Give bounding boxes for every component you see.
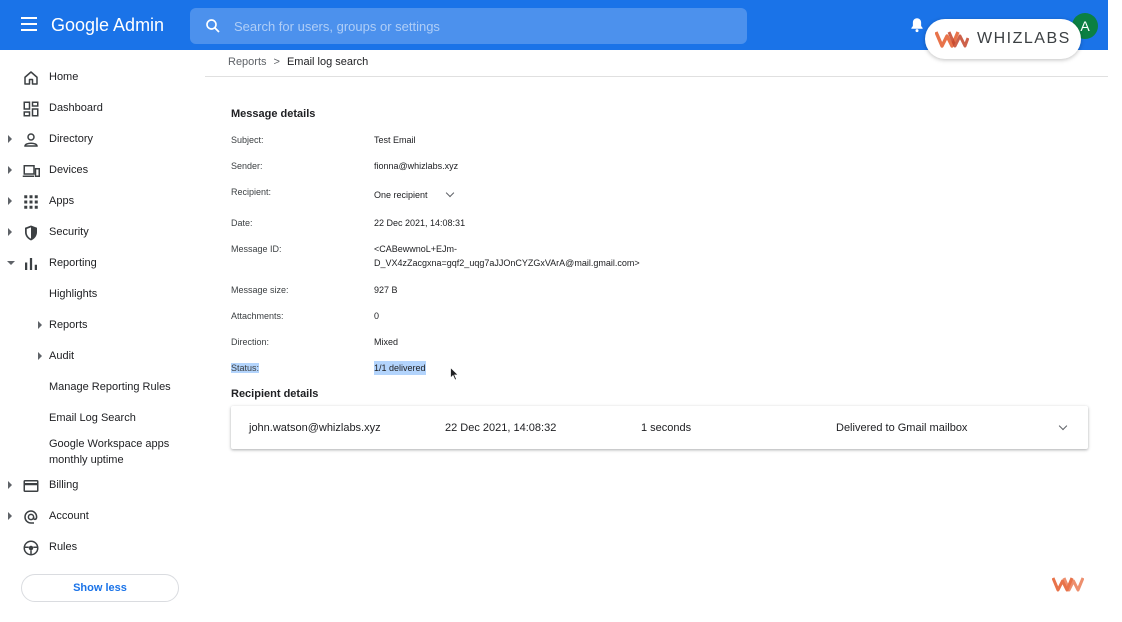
sidebar-item-rules[interactable]: Rules — [0, 535, 205, 563]
sidebar: Home Dashboard Directory Devices Apps Se… — [0, 50, 205, 622]
subject-value: Test Email — [374, 135, 416, 145]
sidebar-item-label: Billing — [49, 479, 79, 491]
breadcrumb: Reports > Email log search — [228, 56, 368, 68]
message-id-line-1: <CABewwnoL+EJm- — [374, 244, 458, 254]
sidebar-item-label: Manage Reporting Rules — [49, 381, 171, 393]
subject-label: Subject: — [231, 135, 264, 145]
sidebar-item-label: Security — [49, 226, 89, 238]
notifications-bell-icon[interactable] — [908, 15, 926, 35]
whizlabs-brand-text: WHIZLABS — [977, 30, 1071, 47]
sidebar-item-label: Home — [49, 71, 79, 83]
expand-caret-icon — [8, 481, 12, 489]
sidebar-item-label: Directory — [49, 133, 94, 145]
sidebar-subitem-workspace-uptime[interactable]: Google Workspace apps monthly uptime — [0, 436, 205, 470]
sidebar-item-label: Email Log Search — [49, 412, 136, 424]
expand-caret-icon — [8, 197, 12, 205]
date-value: 22 Dec 2021, 14:08:31 — [374, 218, 466, 228]
sidebar-item-label: Highlights — [49, 288, 98, 300]
expand-chevron-icon[interactable] — [1058, 421, 1068, 431]
sidebar-item-label: Rules — [49, 541, 78, 553]
search-input[interactable] — [234, 16, 714, 36]
recipient-duration: 1 seconds — [641, 422, 692, 434]
expand-caret-icon — [8, 228, 12, 236]
collapse-caret-icon — [7, 261, 15, 265]
sidebar-item-label: Audit — [49, 350, 75, 362]
search-bar[interactable] — [190, 8, 747, 44]
mouse-pointer-icon — [450, 367, 460, 381]
message-details-title: Message details — [231, 108, 316, 120]
sender-label: Sender: — [231, 161, 263, 171]
rules-icon — [23, 540, 39, 556]
direction-label: Direction: — [231, 337, 270, 347]
direction-value: Mixed — [374, 337, 399, 347]
sidebar-item-apps[interactable]: Apps — [0, 189, 205, 217]
expand-caret-icon — [38, 321, 42, 329]
recipient-timestamp: 22 Dec 2021, 14:08:32 — [445, 422, 557, 434]
sidebar-item-dashboard[interactable]: Dashboard — [0, 96, 205, 124]
expand-caret-icon — [8, 512, 12, 520]
apps-grid-icon — [24, 195, 38, 209]
recipient-delivery-status: Delivered to Gmail mailbox — [836, 422, 968, 434]
sidebar-item-security[interactable]: Security — [0, 220, 205, 248]
message-id-line-2: D_VX4zZacgxna=gqf2_uqg7aJJOnCYZGxVArA@ma… — [374, 258, 640, 268]
sidebar-item-label: Dashboard — [49, 102, 103, 114]
message-size-value: 927 B — [374, 285, 398, 295]
sidebar-item-label: Google Workspace apps monthly uptime — [49, 438, 170, 466]
shield-icon — [25, 225, 37, 241]
whizlabs-corner-logo-icon — [1052, 577, 1084, 592]
show-less-button[interactable]: Show less — [21, 574, 179, 602]
app-title[interactable]: Google Admin — [51, 15, 164, 36]
search-icon — [206, 19, 220, 33]
recipient-details-title: Recipient details — [231, 388, 319, 400]
devices-icon — [22, 165, 40, 177]
sidebar-subitem-email-log-search[interactable]: Email Log Search — [0, 406, 205, 434]
sidebar-subitem-manage-reporting-rules[interactable]: Manage Reporting Rules — [0, 375, 205, 403]
whizlabs-logo-icon — [935, 31, 969, 48]
chevron-down-icon[interactable] — [445, 188, 455, 198]
sender-value: fionna@whizlabs.xyz — [374, 161, 459, 171]
sidebar-item-devices[interactable]: Devices — [0, 158, 205, 186]
credit-card-icon — [23, 480, 39, 492]
whizlabs-watermark-badge: WHIZLABS — [925, 19, 1081, 59]
expand-caret-icon — [8, 135, 12, 143]
sidebar-subitem-highlights[interactable]: Highlights — [0, 282, 205, 310]
status-label: Status: — [231, 363, 260, 373]
recipient-row-card[interactable]: john.watson@whizlabs.xyz 22 Dec 2021, 14… — [231, 406, 1088, 449]
bar-chart-icon — [25, 258, 37, 270]
sidebar-subitem-audit[interactable]: Audit — [0, 344, 205, 372]
sidebar-item-label: Devices — [49, 164, 89, 176]
sidebar-item-account[interactable]: Account — [0, 504, 205, 532]
sidebar-item-label: Reports — [49, 319, 88, 331]
sidebar-item-label: Account — [49, 510, 89, 522]
recipient-email: john.watson@whizlabs.xyz — [249, 422, 381, 434]
person-icon — [24, 133, 38, 147]
sidebar-item-reporting[interactable]: Reporting — [0, 251, 205, 279]
breadcrumb-separator: > — [273, 56, 280, 68]
sidebar-item-directory[interactable]: Directory — [0, 127, 205, 155]
dashboard-icon — [23, 101, 39, 117]
message-id-label: Message ID: — [231, 244, 282, 254]
status-value: 1/1 delivered — [374, 361, 426, 375]
expand-caret-icon — [38, 352, 42, 360]
header-divider — [205, 76, 1108, 77]
breadcrumb-current: Email log search — [286, 56, 369, 68]
at-sign-icon — [24, 510, 38, 524]
recipient-dropdown[interactable]: One recipient — [374, 188, 428, 202]
sidebar-subitem-reports[interactable]: Reports — [0, 313, 205, 341]
attachments-value: 0 — [374, 311, 380, 321]
sidebar-item-label: Reporting — [49, 257, 97, 269]
expand-caret-icon — [8, 166, 12, 174]
sidebar-item-home[interactable]: Home — [0, 65, 205, 93]
home-icon — [24, 71, 38, 85]
date-label: Date: — [231, 218, 253, 228]
main-menu-icon[interactable] — [21, 17, 37, 31]
message-size-label: Message size: — [231, 285, 289, 295]
sidebar-item-label: Apps — [49, 195, 75, 207]
breadcrumb-link-reports[interactable]: Reports — [228, 56, 267, 68]
recipient-label: Recipient: — [231, 187, 272, 197]
sidebar-item-billing[interactable]: Billing — [0, 473, 205, 501]
attachments-label: Attachments: — [231, 311, 284, 321]
